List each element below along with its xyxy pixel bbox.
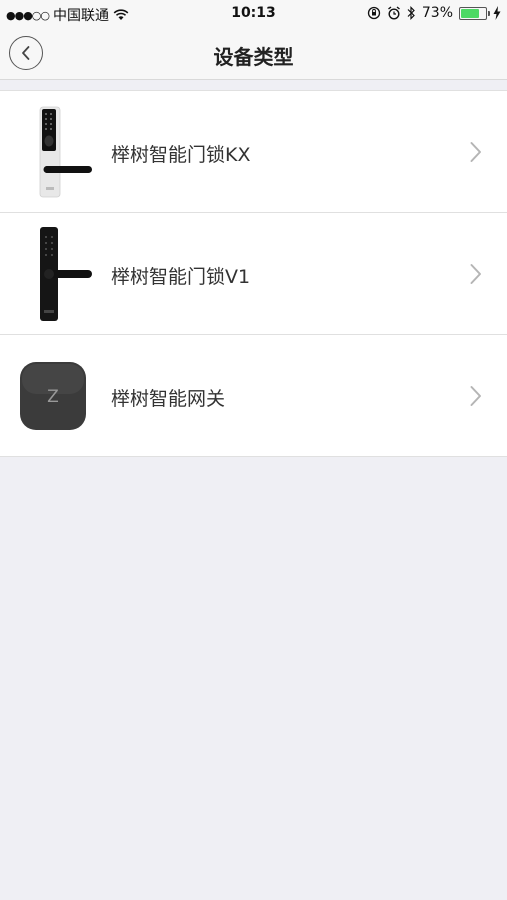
battery-icon xyxy=(459,6,490,20)
bluetooth-icon xyxy=(407,6,415,20)
gateway-icon: Z xyxy=(20,362,86,430)
gateway-logo: Z xyxy=(47,387,59,407)
orientation-lock-icon xyxy=(367,6,381,20)
battery-percent: 73% xyxy=(421,5,453,21)
battery-fill xyxy=(461,8,479,18)
status-bar: ●●●○○ 中国联通 10:13 73% xyxy=(0,0,507,28)
device-label: 榉树智能网关 xyxy=(111,388,226,410)
door-lock-kx-icon xyxy=(39,106,92,198)
charging-icon xyxy=(493,6,501,20)
chevron-right-icon xyxy=(470,386,481,406)
device-item-gateway[interactable]: Z 榉树智能网关 xyxy=(0,335,507,457)
chevron-right-icon xyxy=(470,142,481,162)
device-label: 榉树智能门锁V1 xyxy=(111,266,251,288)
device-item-lock-v1[interactable]: 榉树智能门锁V1 xyxy=(0,213,507,335)
page-title: 设备类型 xyxy=(213,45,294,69)
device-label: 榉树智能门锁KX xyxy=(111,144,251,166)
nav-bar: 设备类型 xyxy=(0,28,507,80)
door-lock-v1-icon xyxy=(40,227,92,321)
chevron-right-icon xyxy=(470,264,481,284)
alarm-icon xyxy=(387,6,400,20)
device-item-lock-kx[interactable]: 榉树智能门锁KX xyxy=(0,91,507,213)
device-list: 榉树智能门锁KX 榉树智能门锁V1 Z 榉树智能网关 xyxy=(0,90,507,457)
